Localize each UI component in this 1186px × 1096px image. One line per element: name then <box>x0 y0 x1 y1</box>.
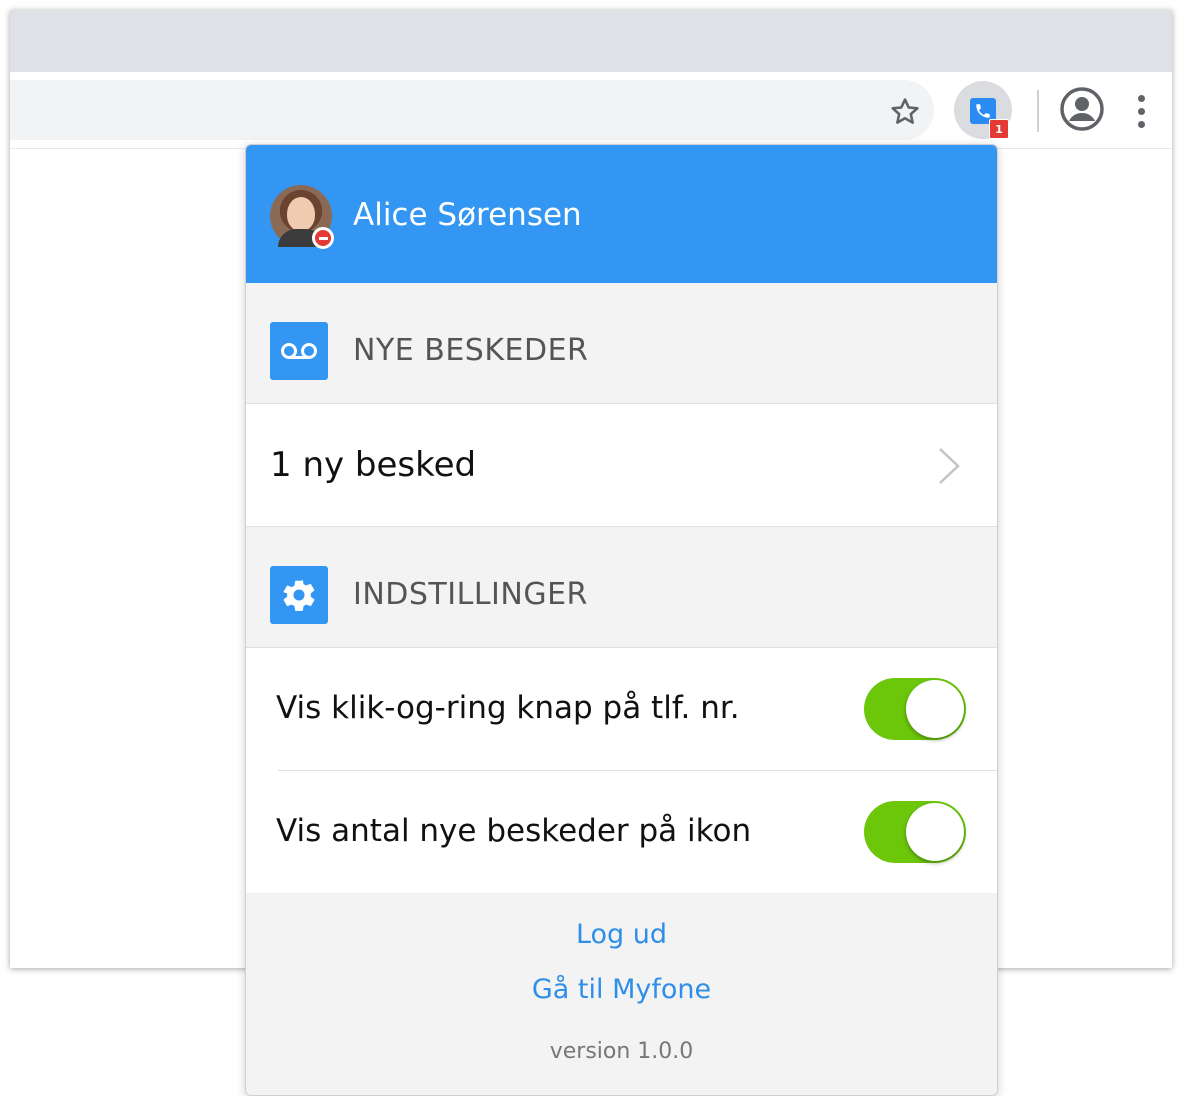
avatar <box>270 185 334 249</box>
goto-myfone-link[interactable]: Gå til Myfone <box>246 972 997 1008</box>
messages-section-title: NYE BESKEDER <box>353 333 589 368</box>
gear-icon <box>270 566 328 624</box>
click-to-call-toggle[interactable] <box>864 678 966 740</box>
messages-section-header: NYE BESKEDER <box>246 283 997 403</box>
more-menu-icon[interactable] <box>1126 88 1156 134</box>
tab-strip <box>10 10 1172 72</box>
version-label: version 1.0.0 <box>549 1039 694 1064</box>
setting-badge-count: Vis antal nye beskeder på ikon <box>246 771 997 893</box>
settings-section-title: INDSTILLINGER <box>353 577 588 612</box>
popup-footer: Log ud Gå til Myfone version 1.0.0 <box>246 893 997 1095</box>
presence-busy-icon <box>312 227 334 249</box>
browser-toolbar: 1 <box>10 72 1172 149</box>
badge-count-toggle[interactable] <box>864 801 966 863</box>
notification-badge: 1 <box>989 119 1009 139</box>
logout-link[interactable]: Log ud <box>246 917 997 953</box>
account-icon[interactable] <box>1058 85 1106 133</box>
voicemail-icon <box>270 322 328 380</box>
chevron-right-icon <box>934 446 964 490</box>
settings-section-header: INDSTILLINGER <box>246 527 997 647</box>
user-name: Alice Sørensen <box>353 197 582 233</box>
toggle-knob <box>906 680 964 738</box>
user-header: Alice Sørensen <box>246 145 997 283</box>
new-message-row[interactable]: 1 ny besked <box>246 403 997 527</box>
bookmark-star-icon[interactable] <box>882 89 928 135</box>
toggle-knob <box>906 803 964 861</box>
settings-list: Vis klik-og-ring knap på tlf. nr. Vis an… <box>246 647 997 895</box>
new-message-label: 1 ny besked <box>270 445 477 485</box>
setting-label: Vis klik-og-ring knap på tlf. nr. <box>276 690 740 726</box>
extension-popup: Alice Sørensen NYE BESKEDER 1 ny besked … <box>245 144 998 1096</box>
phone-extension-button[interactable]: 1 <box>954 81 1012 139</box>
address-bar[interactable] <box>10 80 934 140</box>
setting-click-to-call: Vis klik-og-ring knap på tlf. nr. <box>246 648 997 771</box>
toolbar-divider <box>1037 90 1039 132</box>
setting-label: Vis antal nye beskeder på ikon <box>276 813 752 849</box>
